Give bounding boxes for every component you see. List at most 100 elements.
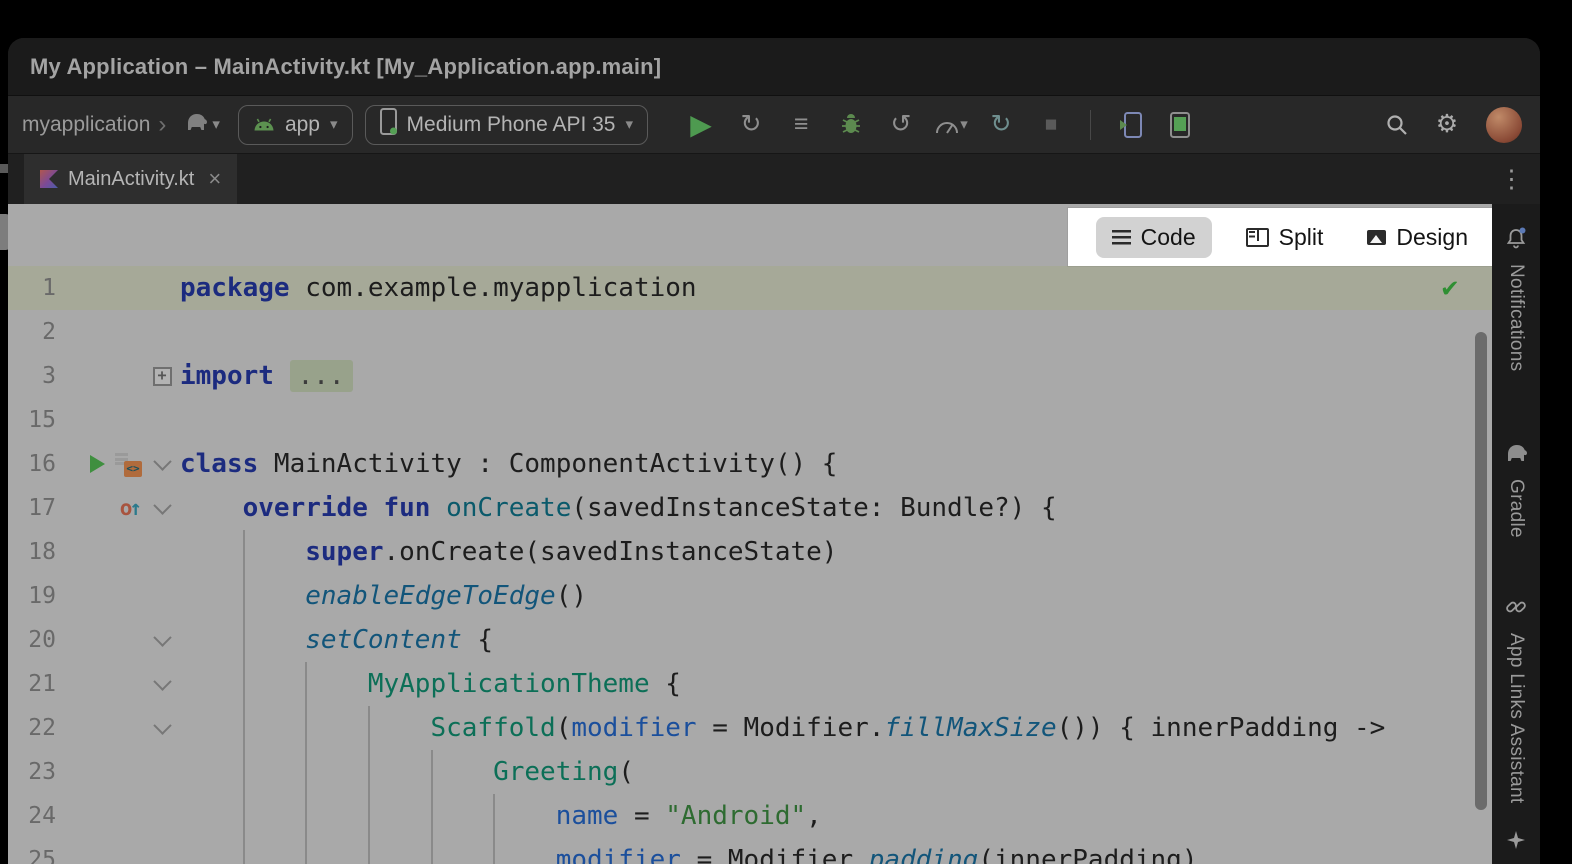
profiler-button[interactable]: ▾ [932, 106, 970, 144]
code-lines: 1package com.example.myapplication✔23imp… [8, 266, 1492, 864]
code-icon [1112, 230, 1131, 245]
tab-close-icon[interactable]: × [208, 168, 221, 190]
stop-button[interactable]: ■ [1032, 106, 1070, 144]
code-text[interactable]: package com.example.myapplication [172, 273, 697, 303]
line-number[interactable]: 17 [8, 495, 56, 521]
code-text[interactable]: override fun onCreate(savedInstanceState… [172, 493, 1057, 523]
ai-assistant-icon[interactable] [1505, 829, 1527, 856]
running-devices-button[interactable] [1161, 106, 1199, 144]
code-text[interactable]: modifier = Modifier.padding(innerPadding… [172, 845, 1198, 864]
stripe-label: Gradle [1505, 479, 1527, 538]
code-text[interactable]: class MainActivity : ComponentActivity()… [172, 449, 837, 479]
line-number[interactable]: 16 [8, 451, 56, 477]
override-gutter-icon[interactable] [120, 496, 142, 520]
fold-chevron-icon [153, 628, 171, 646]
code-text[interactable]: import ... [172, 361, 353, 391]
code-line-17[interactable]: 17 override fun onCreate(savedInstanceSt… [8, 486, 1492, 530]
line-number[interactable]: 18 [8, 539, 56, 565]
code-line-24[interactable]: 24 name = "Android", [8, 794, 1492, 838]
fold-chevron-icon [153, 452, 171, 470]
run-list-button[interactable]: ≡ [782, 106, 820, 144]
left-stripe-dash [0, 164, 8, 173]
code-line-2[interactable]: 2 [8, 310, 1492, 354]
project-breadcrumb[interactable]: myapplication › [22, 113, 166, 137]
code-line-21[interactable]: 21 MyApplicationTheme { [8, 662, 1492, 706]
fold-marker[interactable] [152, 458, 172, 471]
code-text[interactable]: super.onCreate(savedInstanceState) [172, 537, 837, 567]
user-avatar[interactable] [1486, 107, 1522, 143]
dropdown-icon: ▾ [212, 117, 220, 132]
code-line-23[interactable]: 23 Greeting( [8, 750, 1492, 794]
line-number[interactable]: 20 [8, 627, 56, 653]
line-number[interactable]: 1 [8, 275, 56, 301]
editor-scrollbar[interactable] [1475, 332, 1487, 810]
apply-code-changes-button[interactable]: ↺ [882, 106, 920, 144]
project-breadcrumb-label: myapplication [22, 113, 150, 137]
line-number[interactable]: 24 [8, 803, 56, 829]
tab-mainactivity[interactable]: MainActivity.kt × [24, 154, 237, 204]
restart-activity-button[interactable]: ↻ [732, 106, 770, 144]
code-line-18[interactable]: 18 super.onCreate(savedInstanceState) [8, 530, 1492, 574]
device-select[interactable]: Medium Phone API 35 ▾ [365, 105, 649, 145]
code-text[interactable]: Greeting( [172, 757, 634, 787]
stripe-item-app-links-assistant[interactable]: App Links Assistant [1492, 596, 1540, 803]
activity-gutter-icon[interactable] [115, 452, 142, 477]
code-text[interactable]: MyApplicationTheme { [172, 669, 681, 699]
line-number[interactable]: 19 [8, 583, 56, 609]
dropdown-icon: ▾ [625, 117, 633, 132]
code-line-22[interactable]: 22 Scaffold(modifier = Modifier.fillMaxS… [8, 706, 1492, 750]
line-number[interactable]: 22 [8, 715, 56, 741]
code-line-20[interactable]: 20 setContent { [8, 618, 1492, 662]
tab-options-icon[interactable]: ⋮ [1499, 167, 1524, 192]
code-text[interactable]: setContent { [172, 625, 493, 655]
fold-marker[interactable] [152, 634, 172, 647]
window-titlebar[interactable]: My Application – MainActivity.kt [My_App… [8, 38, 1540, 96]
gradle-sync-icon [184, 111, 208, 138]
code-text[interactable]: enableEdgeToEdge() [172, 581, 587, 611]
view-mode-design[interactable]: Design [1357, 217, 1478, 258]
search-button[interactable] [1378, 106, 1416, 144]
view-mode-label: Code [1141, 224, 1196, 251]
view-mode-split[interactable]: Split [1236, 217, 1334, 258]
screen: { "colors": { "titlebar": "#1b1b1b", "to… [0, 0, 1572, 864]
code-line-1[interactable]: 1 package com.example.myapplication ✔ [8, 266, 1492, 310]
line-number[interactable]: 15 [8, 407, 56, 433]
run-button[interactable]: ▶ [682, 106, 720, 144]
fold-marker[interactable] [152, 367, 172, 386]
profile-restart-button[interactable]: ↻ [982, 106, 1020, 144]
line-number[interactable]: 2 [8, 319, 56, 345]
run-gutter-icon[interactable] [90, 455, 105, 473]
design-icon [1367, 230, 1386, 245]
code-text[interactable]: name = "Android", [172, 801, 822, 831]
device-label: Medium Phone API 35 [407, 113, 616, 137]
settings-button[interactable]: ⚙ [1428, 106, 1466, 144]
device-mirroring-icon [1118, 112, 1142, 138]
code-line-16[interactable]: 16 class MainActivity : ComponentActivity… [8, 442, 1492, 486]
code-line-3[interactable]: 3 import ... [8, 354, 1492, 398]
inspection-ok-icon[interactable]: ✔ [1442, 272, 1458, 303]
device-mirroring-button[interactable] [1111, 106, 1149, 144]
fold-marker[interactable] [152, 502, 172, 515]
gradle-sync-button[interactable]: ▾ [178, 105, 226, 145]
line-number[interactable]: 21 [8, 671, 56, 697]
stripe-item-notifications[interactable]: Notifications [1492, 226, 1540, 371]
fold-marker[interactable] [152, 678, 172, 691]
line-number[interactable]: 23 [8, 759, 56, 785]
bug-icon [839, 112, 863, 137]
run-config-select[interactable]: app ▾ [238, 105, 353, 145]
line-number[interactable]: 3 [8, 363, 56, 389]
fold-marker[interactable] [152, 722, 172, 735]
gutter-icons [56, 496, 152, 520]
line-number[interactable]: 25 [8, 847, 56, 864]
debug-button[interactable] [832, 106, 870, 144]
assistant-icon [1505, 596, 1527, 623]
code-line-15[interactable]: 15 [8, 398, 1492, 442]
stripe-item-gradle[interactable]: Gradle [1492, 442, 1540, 538]
view-mode-label: Design [1396, 224, 1468, 251]
gear-icon: ⚙ [1436, 112, 1458, 137]
code-line-19[interactable]: 19 enableEdgeToEdge() [8, 574, 1492, 618]
editor-area[interactable]: Code Split Design 1 package com.example.mya… [8, 204, 1492, 864]
view-mode-code[interactable]: Code [1096, 217, 1212, 258]
code-line-25[interactable]: 25 modifier = Modifier.padding(innerPadd… [8, 838, 1492, 864]
code-text[interactable]: Scaffold(modifier = Modifier.fillMaxSize… [172, 713, 1385, 743]
